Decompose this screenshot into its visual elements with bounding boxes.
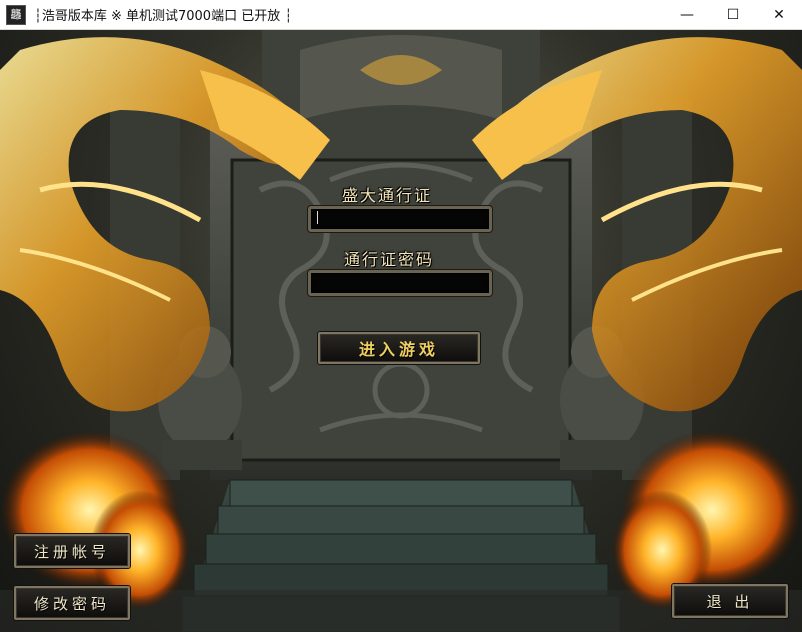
window-title: ┆浩哥版本库 ※ 单机测试7000端口 已开放 ┆ <box>34 9 293 24</box>
maximize-button[interactable]: ☐ <box>710 0 756 30</box>
enter-game-button[interactable]: 进入游戏 <box>318 332 480 364</box>
close-icon: ✕ <box>773 7 785 23</box>
change-password-button[interactable]: 修改密码 <box>14 586 130 620</box>
register-account-button[interactable]: 注册帐号 <box>14 534 130 568</box>
exit-button[interactable]: 退 出 <box>672 584 788 618</box>
close-button[interactable]: ✕ <box>756 0 802 30</box>
password-field-frame <box>308 270 492 296</box>
password-input[interactable] <box>311 274 489 295</box>
text-caret <box>317 211 318 224</box>
account-field-frame <box>308 206 492 232</box>
login-scene: 盛大通行证 通行证密码 进入游戏 注册帐号 修改密码 退 出 <box>0 30 802 632</box>
title-bar[interactable]: 龘 ┆浩哥版本库 ※ 单机测试7000端口 已开放 ┆ — ☐ ✕ <box>0 0 802 30</box>
minimize-icon: — <box>680 7 694 23</box>
maximize-icon: ☐ <box>726 7 740 23</box>
password-label: 通行证密码 <box>344 250 435 269</box>
account-label: 盛大通行证 <box>342 186 433 205</box>
app-icon: 龘 <box>6 4 26 25</box>
account-input[interactable] <box>311 210 489 231</box>
minimize-button[interactable]: — <box>664 0 710 30</box>
